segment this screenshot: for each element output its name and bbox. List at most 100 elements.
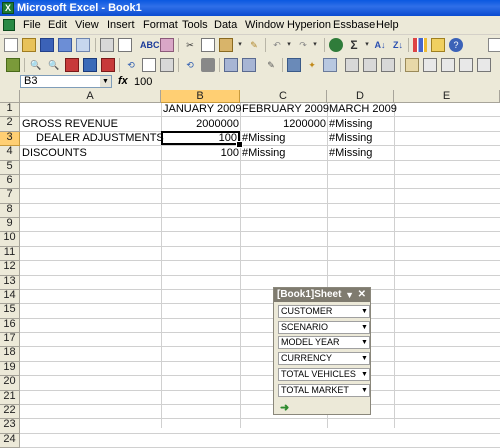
row-header[interactable]: 24	[0, 434, 20, 448]
chevron-down-icon[interactable]: ▼	[360, 306, 369, 317]
essbase-options-icon[interactable]	[6, 58, 20, 72]
chevron-down-icon[interactable]: ▼	[360, 322, 369, 333]
cell-b2[interactable]: 2000000	[163, 118, 239, 130]
workbook-icon[interactable]	[3, 19, 15, 31]
formula-input[interactable]: 100	[134, 76, 152, 88]
chevron-down-icon[interactable]: ▼	[360, 337, 369, 348]
row-header[interactable]: 5	[0, 161, 20, 175]
navigate-icon[interactable]	[477, 58, 491, 72]
row-header[interactable]: 22	[0, 405, 20, 419]
member-selection-icon[interactable]	[224, 58, 238, 72]
cell-a4[interactable]: DISCOUNTS	[22, 147, 87, 159]
calculate-icon[interactable]: ✎	[264, 58, 278, 72]
flashback-icon[interactable]	[201, 58, 215, 72]
disconnect-icon[interactable]	[459, 58, 473, 72]
pivot-icon[interactable]	[65, 58, 79, 72]
pov-member-scenario[interactable]: SCENARIO ▼	[278, 321, 370, 334]
cell-d2[interactable]: #Missing	[329, 118, 372, 130]
remove-only-icon[interactable]	[101, 58, 115, 72]
chevron-down-icon[interactable]: ▼	[100, 76, 111, 87]
row-header[interactable]: 14	[0, 290, 20, 304]
save-icon[interactable]	[40, 38, 54, 52]
lock-icon[interactable]	[363, 58, 377, 72]
chevron-down-icon[interactable]: ▼	[360, 353, 369, 364]
row-header[interactable]: 3	[0, 132, 20, 146]
format-painter-icon[interactable]: ✎	[247, 38, 261, 52]
cell-b1[interactable]: JANUARY 2009	[163, 103, 241, 115]
smart-view-icon[interactable]	[423, 58, 437, 72]
unlock-icon[interactable]	[381, 58, 395, 72]
panel-menu-chevron-icon[interactable]: ▼	[345, 288, 354, 302]
cell-c1[interactable]: FEBRUARY 2009	[242, 103, 329, 115]
cell-c4[interactable]: #Missing	[242, 147, 285, 159]
undo-essbase-icon[interactable]: ⟲	[183, 58, 197, 72]
permission-icon[interactable]	[58, 38, 72, 52]
row-header[interactable]: 12	[0, 261, 20, 276]
menu-window[interactable]: Window	[242, 18, 287, 32]
chevron-down-icon[interactable]: ▼	[360, 385, 369, 396]
menu-edit[interactable]: Edit	[45, 18, 70, 32]
retrieve-icon[interactable]: ⟲	[124, 58, 138, 72]
row-header[interactable]: 23	[0, 419, 20, 434]
row-header[interactable]: 1	[0, 103, 20, 117]
row-header[interactable]: 8	[0, 204, 20, 218]
help-icon[interactable]: ?	[449, 38, 463, 52]
name-box[interactable]: B3 ▼	[20, 75, 112, 88]
menu-hyperion[interactable]: Hyperion	[284, 18, 334, 32]
chart-wizard-icon[interactable]	[413, 38, 427, 52]
menu-file[interactable]: File	[20, 18, 44, 32]
row-header[interactable]: 4	[0, 146, 20, 161]
fill-handle[interactable]	[236, 141, 243, 148]
row-header[interactable]: 13	[0, 276, 20, 290]
keep-only-icon[interactable]	[83, 58, 97, 72]
row-header[interactable]: 17	[0, 333, 20, 347]
row-header[interactable]: 18	[0, 347, 20, 362]
active-cell-outline[interactable]	[161, 131, 240, 145]
new-icon[interactable]	[4, 38, 18, 52]
pov-member-customer[interactable]: CUSTOMER ▼	[278, 305, 370, 318]
row-header[interactable]: 20	[0, 376, 20, 391]
menu-help[interactable]: Help	[373, 18, 402, 32]
visualize-icon[interactable]	[323, 58, 337, 72]
cell-a2[interactable]: GROSS REVENUE	[22, 118, 118, 130]
row-header[interactable]: 10	[0, 232, 20, 247]
refresh-arrow-icon[interactable]: ➜	[280, 401, 289, 414]
cascade-icon[interactable]	[345, 58, 359, 72]
row-header[interactable]: 7	[0, 189, 20, 204]
print-icon[interactable]	[100, 38, 114, 52]
sort-ascending-icon[interactable]: A↓	[373, 38, 387, 52]
menu-tools[interactable]: Tools	[179, 18, 211, 32]
zoom-out-icon[interactable]: 🔍	[47, 58, 61, 72]
email-icon[interactable]	[76, 38, 90, 52]
autosum-dropdown-icon[interactable]: ▾	[360, 38, 374, 52]
print-preview-icon[interactable]	[118, 38, 132, 52]
cell-b4[interactable]: 100	[163, 147, 239, 159]
menu-view[interactable]: View	[72, 18, 102, 32]
query-designer-icon[interactable]	[242, 58, 256, 72]
connect-icon[interactable]	[441, 58, 455, 72]
insert-function-icon[interactable]: fx	[118, 75, 128, 87]
cell-c2[interactable]: 1200000	[242, 118, 326, 130]
send-icon[interactable]	[160, 58, 174, 72]
linked-objects-icon[interactable]: ✦	[305, 58, 319, 72]
row-header[interactable]: 19	[0, 362, 20, 376]
open-icon[interactable]	[22, 38, 36, 52]
menu-insert[interactable]: Insert	[104, 18, 138, 32]
pov-member-model-year[interactable]: MODEL YEAR ▼	[278, 336, 370, 349]
cell-a3[interactable]: DEALER ADJUSTMENTS	[36, 132, 164, 144]
sort-descending-icon[interactable]: Z↓	[391, 38, 405, 52]
pov-member-currency[interactable]: CURRENCY ▼	[278, 352, 370, 365]
cell-d3[interactable]: #Missing	[329, 132, 372, 144]
menu-format[interactable]: Format	[140, 18, 181, 32]
column-header-a[interactable]: A	[20, 90, 161, 103]
zoom-in-icon[interactable]: 🔍	[29, 58, 43, 72]
column-header-d[interactable]: D	[327, 90, 394, 103]
paste-dropdown-icon[interactable]: ▾	[233, 38, 247, 52]
cell-d4[interactable]: #Missing	[329, 147, 372, 159]
spelling-icon[interactable]: ABC	[140, 38, 160, 52]
hyperlink-icon[interactable]	[329, 38, 343, 52]
row-header[interactable]: 16	[0, 319, 20, 333]
column-header-e[interactable]: E	[394, 90, 500, 103]
pov-panel-header[interactable]: [Book1]Sheet ▼ ✕	[274, 288, 370, 302]
autosum-icon[interactable]: Σ	[347, 38, 361, 52]
